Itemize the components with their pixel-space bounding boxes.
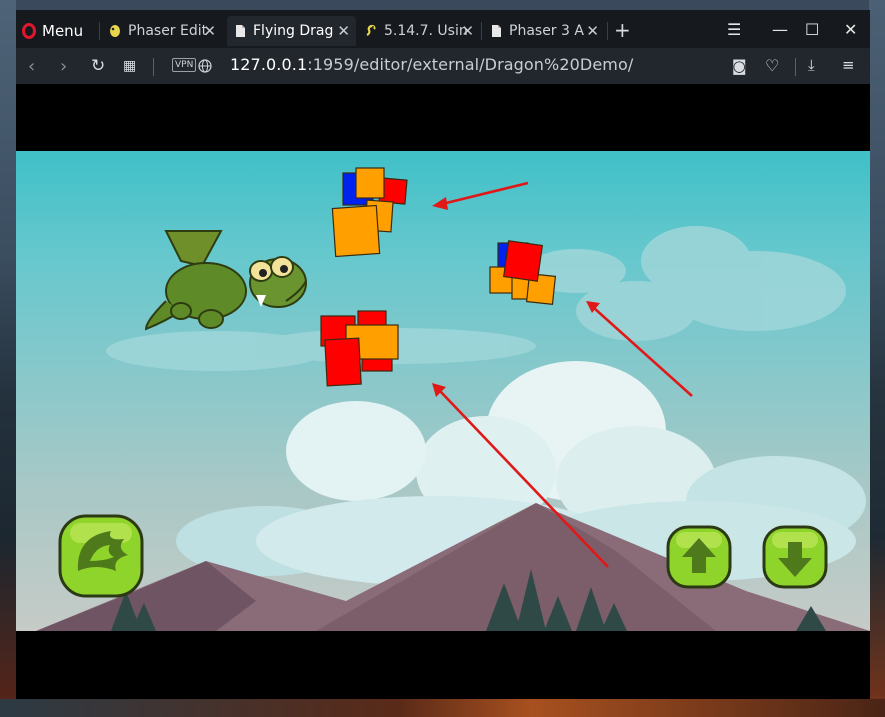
url-path: :1959/editor/external/Dragon%20Demo/ xyxy=(307,55,634,74)
vpn-badge[interactable]: VPN xyxy=(172,58,197,72)
address-separator xyxy=(153,58,154,76)
tab-label: Flying Drag xyxy=(253,23,334,39)
tab-separator xyxy=(99,22,100,40)
forward-button[interactable]: › xyxy=(60,56,67,77)
tab-label: 5.14.7. Usin xyxy=(384,23,468,39)
dragon-sprite xyxy=(144,230,307,331)
phaser-favicon-icon xyxy=(110,25,120,37)
url-host: 127.0.0.1 xyxy=(230,55,308,74)
minimize-button[interactable]: — xyxy=(772,20,788,39)
blocks-cluster-top xyxy=(331,167,408,258)
close-tab-icon[interactable]: ✕ xyxy=(203,22,216,40)
tab-flying-dragon[interactable]: Flying Drag ✕ xyxy=(227,16,356,46)
address-separator xyxy=(795,58,796,76)
easy-setup-icon[interactable]: ≡ xyxy=(842,56,855,74)
tab-phaser-editor[interactable]: Phaser Edit ✕ xyxy=(102,16,222,46)
new-tab-button[interactable]: + xyxy=(614,18,631,42)
opera-menu-button[interactable]: Menu xyxy=(22,16,83,46)
camera-icon[interactable]: ◙ xyxy=(732,57,747,75)
document-icon xyxy=(236,25,245,37)
browser-window: Menu Phaser Edit ✕ Flying Drag ✕ 5.14.7.… xyxy=(16,10,870,699)
desktop-background-bottom xyxy=(0,699,885,717)
speed-dial-icon[interactable]: ▦ xyxy=(123,58,136,74)
up-button[interactable] xyxy=(666,525,732,589)
close-tab-icon[interactable]: ✕ xyxy=(337,22,350,40)
desktop-background-left xyxy=(0,0,16,717)
tab-phaser3[interactable]: Phaser 3 A ✕ xyxy=(483,16,605,46)
document-icon xyxy=(492,25,501,37)
url-field[interactable]: 127.0.0.1:1959/editor/external/Dragon%20… xyxy=(230,55,633,74)
canvas-letterbox-bottom xyxy=(16,631,870,699)
desktop-background-right xyxy=(869,0,885,717)
tab-bar: Menu Phaser Edit ✕ Flying Drag ✕ 5.14.7.… xyxy=(16,10,870,48)
game-scene xyxy=(36,167,870,631)
tab-separator xyxy=(607,22,608,40)
tab-docs[interactable]: 5.14.7. Usin ✕ xyxy=(358,16,480,46)
game-canvas[interactable] xyxy=(16,151,870,631)
close-window-button[interactable]: ✕ xyxy=(844,20,857,39)
opera-logo-icon xyxy=(22,23,36,39)
close-tab-icon[interactable]: ✕ xyxy=(586,22,599,40)
down-button[interactable] xyxy=(762,525,828,589)
back-button[interactable]: ‹ xyxy=(28,56,35,77)
address-bar: ‹ › ↻ ▦ VPN 127.0.0.1:1959/editor/extern… xyxy=(16,48,870,84)
tab-separator xyxy=(481,22,482,40)
close-tab-icon[interactable]: ✕ xyxy=(461,22,474,40)
tab-label: Phaser 3 A xyxy=(509,23,584,39)
tab-menu-icon[interactable]: ☰ xyxy=(727,20,741,39)
menu-label: Menu xyxy=(42,22,84,40)
globe-icon xyxy=(198,59,212,73)
download-icon[interactable]: ⤓ xyxy=(808,56,815,74)
python-snake-icon xyxy=(366,24,376,36)
fire-button[interactable] xyxy=(58,514,144,598)
blocks-cluster-middle xyxy=(320,310,399,387)
maximize-button[interactable]: ☐ xyxy=(805,20,819,39)
reload-button[interactable]: ↻ xyxy=(91,56,105,76)
heart-icon[interactable]: ♡ xyxy=(765,56,779,75)
tab-label: Phaser Edit xyxy=(128,23,208,39)
